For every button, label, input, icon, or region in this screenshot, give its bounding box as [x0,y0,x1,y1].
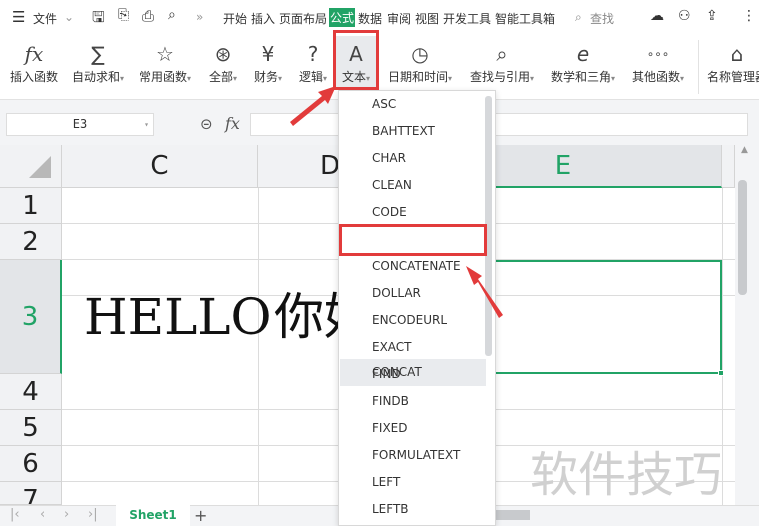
row-header-5[interactable]: 5 [0,410,62,446]
asterisk-icon: ⊛ [214,42,232,66]
cloud-icon[interactable]: ☁ [650,8,664,24]
next-sheet-icon[interactable]: › [64,507,69,522]
menu-icon[interactable]: ☰ [12,8,25,26]
column-header-c[interactable]: C [62,145,258,188]
tab-page-layout[interactable]: 页面布局 [279,10,327,27]
dropdown-item-code[interactable]: CODE [372,199,407,226]
more-functions-button[interactable]: ∘∘∘ 其他函数▾ [627,40,689,94]
dropdown-item-leftb[interactable]: LEFTB [372,496,409,523]
tab-review[interactable]: 审阅 [387,10,411,27]
logical-button[interactable]: ? 逻辑▾ [293,40,333,94]
lookup-reference-button[interactable]: ⌕ 查找与引用▾ [466,40,538,94]
fx-icon[interactable]: fx [225,114,240,133]
tab-view[interactable]: 视图 [415,10,439,27]
tab-smart-toolbox[interactable]: 智能工具箱 [495,10,555,27]
yen-book-icon: ¥ [261,42,275,66]
date-time-button[interactable]: ◷ 日期和时间▾ [385,40,455,94]
insert-function-button[interactable]: fx 插入函数 [5,40,63,94]
export-icon[interactable]: ⎘ [118,7,129,23]
cell-c3[interactable]: HELLO [62,260,272,374]
share-icon[interactable]: ⇪ [706,8,718,24]
chevron-down-icon[interactable]: ▾ [144,114,149,135]
name-manager-button[interactable]: ⌂名称管理器 [707,40,759,94]
row-header-6[interactable]: 6 [0,446,62,482]
ellipsis-icon: ∘∘∘ [646,47,670,61]
dropdown-item-asc[interactable]: ASC [372,91,396,118]
row-header-1[interactable]: 1 [0,188,62,224]
chevron-down-icon[interactable]: ⌄ [64,10,74,24]
text-functions-dropdown: ASC BAHTTEXT CHAR CLEAN CODE CONCAT CONCATENAT… [338,90,496,526]
dropdown-item-left[interactable]: LEFT [372,469,400,496]
search-icon[interactable]: ⌕ [575,10,582,25]
dropdown-item-encodeurl[interactable]: ENCODEURL [372,307,447,334]
sheet-tab-sheet1[interactable]: Sheet1 [116,505,190,526]
save-icon[interactable]: 🖫 [92,7,105,32]
annotation-box-text-button [333,30,379,90]
more-vertical-icon[interactable]: ⋮ [742,8,756,24]
first-sheet-icon[interactable]: |‹ [10,507,20,522]
dropdown-item-char[interactable]: CHAR [372,145,406,172]
name-box[interactable]: E3 ▾ [6,113,154,136]
dropdown-item-findb[interactable]: FINDB [372,388,409,415]
vertical-scrollbar[interactable]: ▲ [735,145,759,505]
last-sheet-icon[interactable]: ›| [88,507,98,522]
dropdown-item-dollar[interactable]: DOLLAR [372,280,421,307]
search-book-icon: ⌕ [496,42,508,66]
autosum-button[interactable]: ∑ 自动求和▾ [66,40,130,94]
search-button[interactable]: 查找 [590,10,614,27]
row-header-7[interactable]: 7 [0,482,62,505]
dropdown-item-bahttext[interactable]: BAHTTEXT [372,118,435,145]
fill-handle[interactable] [718,370,724,376]
scrollbar-thumb[interactable] [738,180,747,295]
dropdown-item-fixed[interactable]: FIXED [372,415,407,442]
top-bar: ☰ 文件 ⌄ 🖫 ⎘ ⎙ ⌕ » 开始 插入 页面布局 公式 数据 审阅 视图 … [0,0,759,36]
horizontal-scrollbar-thumb[interactable] [496,510,530,520]
divider [698,40,699,94]
math-trig-button[interactable]: e 数学和三角▾ [547,40,619,94]
scroll-up-icon[interactable]: ▲ [741,145,748,155]
sum-icon: ∑ [91,42,105,66]
file-menu[interactable]: 文件 [33,10,57,27]
dropdown-item-formulatext[interactable]: FORMULATEXT [372,442,460,469]
annotation-box-concat [339,224,487,256]
print-icon[interactable]: ⎙ [142,7,154,25]
watermark: 软件技巧 [530,447,723,503]
fx-icon: fx [24,42,44,66]
tab-data[interactable]: 数据 [358,10,382,27]
dropdown-item-exact[interactable]: EXACT [372,334,412,361]
question-book-icon: ? [307,42,319,66]
star-icon: ☆ [156,42,174,66]
row-header-2[interactable]: 2 [0,224,62,260]
column-header-f[interactable] [722,145,735,188]
more-icon[interactable]: » [196,10,203,24]
column-line [722,188,723,505]
clock-book-icon: ◷ [411,42,429,66]
dropdown-item-concat[interactable]: CONCAT [340,359,486,386]
add-sheet-button[interactable]: + [194,506,207,525]
dropdown-item-clean[interactable]: CLEAN [372,172,412,199]
zoom-out-icon[interactable]: ⊝ [200,115,213,133]
e-book-icon: e [576,42,590,66]
select-all-corner[interactable] [0,145,62,188]
tab-formulas[interactable]: 公式 [329,8,356,27]
tab-home[interactable]: 开始 [223,10,247,27]
row-header-4[interactable]: 4 [0,374,62,410]
user-add-icon[interactable]: ⚇ [678,8,691,24]
formula-input[interactable] [250,113,748,136]
dropdown-item-find[interactable]: FIND [372,361,401,388]
common-functions-button[interactable]: ☆ 常用函数▾ [135,40,195,94]
prev-sheet-icon[interactable]: ‹ [40,507,45,522]
tag-icon: ⌂ [730,42,744,66]
preview-icon[interactable]: ⌕ [168,7,176,23]
all-functions-button[interactable]: ⊛ 全部▾ [203,40,243,94]
tab-insert[interactable]: 插入 [251,10,275,27]
financial-button[interactable]: ¥ 财务▾ [248,40,288,94]
tab-developer[interactable]: 开发工具 [443,10,491,27]
row-header-3[interactable]: 3 [0,260,62,374]
dropdown-item-concatenate[interactable]: CONCATENATE [372,253,461,280]
